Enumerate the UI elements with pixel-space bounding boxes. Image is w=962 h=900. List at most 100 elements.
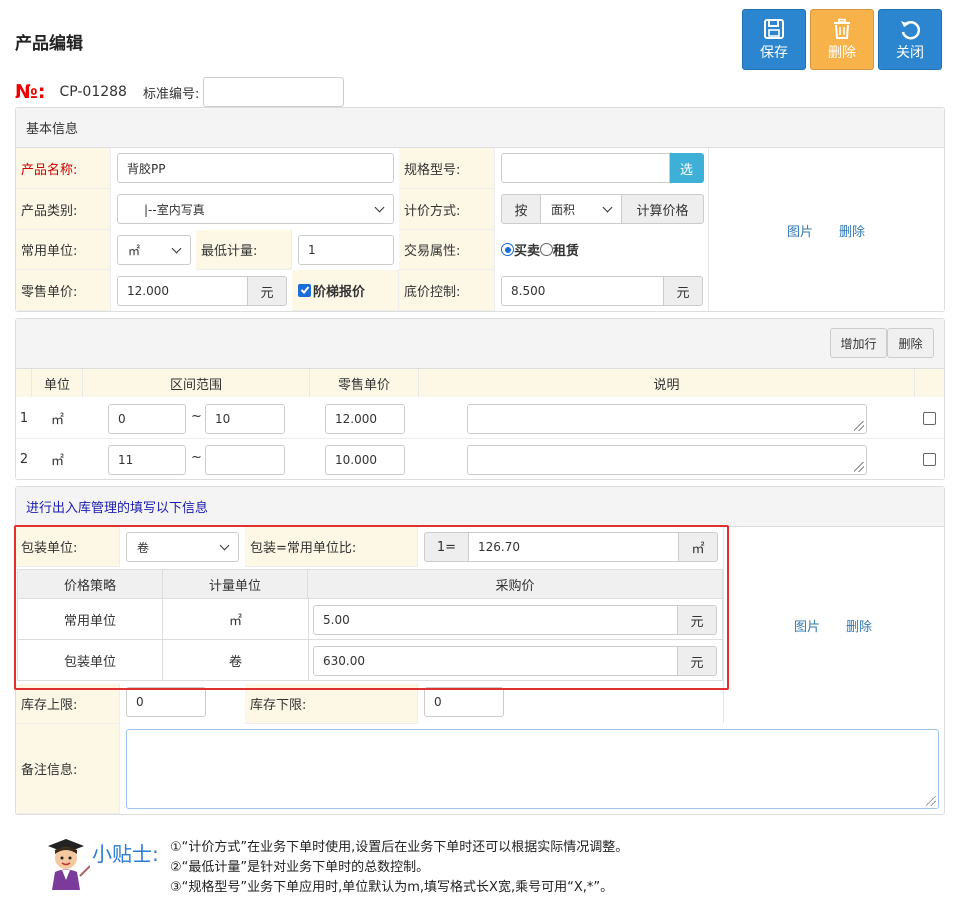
std-number-input[interactable]: [203, 77, 345, 107]
pricing-value: 面积: [551, 202, 576, 217]
chevron-down-icon: [171, 243, 182, 253]
stock-delete-image-link[interactable]: 删除: [846, 616, 872, 635]
index-header: [16, 369, 32, 397]
pricing-group: 按 面积 计算价格: [501, 194, 704, 224]
divider: [708, 148, 709, 311]
min-qty-label: 最低计量:: [196, 230, 292, 270]
retail-price-label: 零售单价:: [16, 270, 111, 311]
std-number-label: 标准编号:: [142, 86, 200, 102]
spec-label: 规格型号:: [399, 148, 495, 189]
row-unit: ㎡: [50, 412, 64, 428]
close-button[interactable]: 关闭: [878, 9, 942, 70]
row-unit: ㎡: [50, 454, 64, 469]
spec-input[interactable]: [501, 153, 670, 183]
product-name-input[interactable]: 背胶PP: [117, 153, 394, 183]
range-to-input[interactable]: 10: [205, 404, 285, 434]
tier-panel-header: [16, 319, 944, 369]
product-name-label: 产品名称:: [16, 148, 111, 189]
range-tilde: ~: [191, 409, 202, 424]
row-index: 1: [19, 410, 29, 426]
checkbox-checked-icon[interactable]: [298, 283, 311, 297]
stock-max-input[interactable]: 0: [126, 687, 206, 717]
trade-radio-group: 买卖 租赁: [501, 240, 579, 259]
highlight-box: [14, 525, 729, 690]
radio-buy[interactable]: [501, 243, 514, 256]
range-tilde: ~: [191, 450, 202, 465]
retail-price-group: 12.000 元: [117, 276, 287, 306]
tier-desc-textarea[interactable]: [467, 445, 867, 475]
range-from-input[interactable]: 0: [108, 404, 186, 434]
range-from-input[interactable]: 11: [108, 445, 186, 475]
range-header: 区间范围: [83, 369, 310, 397]
retail-currency: 元: [248, 276, 287, 306]
resize-grip-icon[interactable]: [854, 421, 864, 431]
unit-label: 常用单位:: [16, 230, 111, 270]
category-label: 产品类别:: [16, 189, 111, 230]
pricing-label: 计价方式:: [399, 189, 495, 230]
chevron-down-icon: [602, 202, 613, 212]
desc-header: 说明: [419, 369, 915, 397]
radio-buy-label: 买卖: [514, 244, 541, 259]
row-checkbox[interactable]: [923, 412, 936, 425]
floor-price-label: 底价控制:: [399, 270, 495, 311]
category-value: |--室内写真: [144, 202, 205, 217]
spec-select-button[interactable]: 选: [670, 153, 704, 183]
row-index: 2: [19, 452, 29, 467]
range-to-input[interactable]: [205, 445, 285, 475]
floor-currency: 元: [664, 276, 703, 306]
add-row-button[interactable]: 增加行: [830, 328, 887, 358]
tip-line-1: ①“计价方式”在业务下单时使用,设置后在业务下单时还可以根据实际情况调整。: [170, 840, 629, 855]
min-qty-input[interactable]: 1: [298, 235, 394, 265]
calc-price-button[interactable]: 计算价格: [622, 194, 704, 224]
number-row: №: CP-01288 标准编号:: [15, 77, 345, 107]
save-button[interactable]: 保存: [742, 9, 806, 70]
remark-label: 备注信息:: [16, 724, 120, 814]
trash-icon: [834, 18, 850, 39]
floor-price-input[interactable]: 8.500: [501, 276, 664, 306]
unit-value: ㎡: [128, 243, 141, 258]
stock-min-input[interactable]: 0: [424, 687, 504, 717]
pricing-select[interactable]: 面积: [541, 194, 622, 224]
delete-row-button[interactable]: 删除: [887, 328, 934, 358]
stock-max-label: 库存上限:: [16, 684, 120, 724]
row-checkbox[interactable]: [923, 453, 936, 466]
trade-label: 交易属性:: [399, 230, 495, 270]
resize-grip-icon[interactable]: [926, 796, 936, 806]
radio-lease-label: 租赁: [553, 244, 580, 259]
delete-image-link[interactable]: 删除: [839, 221, 865, 240]
tips-title: 小贴士:: [92, 842, 159, 866]
tier-desc-textarea[interactable]: [467, 404, 867, 434]
delete-button[interactable]: 删除: [810, 9, 874, 70]
save-label: 保存: [760, 45, 788, 61]
tier-price-label: 阶梯报价: [313, 284, 366, 300]
tier-price-input[interactable]: 12.000: [325, 404, 405, 434]
remark-textarea[interactable]: [126, 729, 939, 809]
floor-price-group: 8.500 元: [501, 276, 703, 306]
unit-header: 单位: [32, 369, 83, 397]
basic-info-header: 基本信息: [16, 108, 944, 148]
close-label: 关闭: [896, 45, 924, 61]
tier-price-input[interactable]: 10.000: [325, 445, 405, 475]
teacher-mascot-icon: [48, 839, 90, 890]
stock-panel-header: 进行出入库管理的填写以下信息: [16, 487, 944, 527]
page-title: 产品编辑: [15, 34, 83, 54]
price-header: 零售单价: [310, 369, 419, 397]
category-select[interactable]: |--室内写真: [117, 194, 394, 224]
select-header: [915, 369, 944, 397]
resize-grip-icon[interactable]: [854, 462, 864, 472]
image-link[interactable]: 图片: [787, 221, 813, 240]
product-number: CP-01288: [59, 84, 127, 100]
stock-min-label: 库存下限:: [245, 684, 418, 724]
pricing-prefix: 按: [501, 194, 541, 224]
row-divider: [16, 438, 944, 439]
unit-select[interactable]: ㎡: [117, 235, 191, 265]
number-symbol: №:: [15, 81, 46, 103]
radio-lease[interactable]: [540, 243, 554, 256]
tip-line-2: ②“最低计量”是针对业务下单时的总数控制。: [170, 860, 430, 875]
retail-price-input[interactable]: 12.000: [117, 276, 248, 306]
save-icon: [764, 19, 784, 39]
tier-price-option[interactable]: 阶梯报价: [292, 270, 399, 311]
stock-image-link[interactable]: 图片: [794, 616, 820, 635]
undo-icon: [901, 21, 921, 40]
tip-line-3: ③“规格型号”业务下单应用时,单位默认为m,填写格式长X宽,乘号可用“X,*”。: [170, 880, 614, 895]
